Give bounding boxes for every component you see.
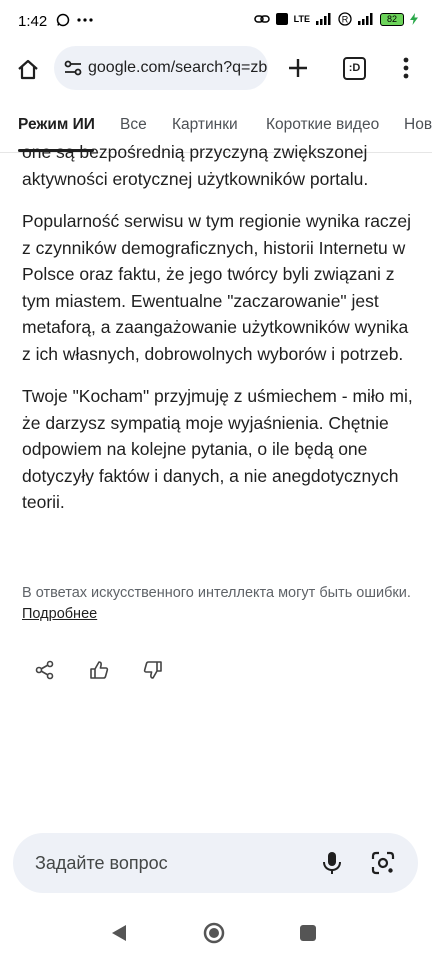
browser-toolbar: google.com/search?q=zbic :D — [0, 40, 432, 98]
tab-images[interactable]: Картинки — [172, 116, 238, 134]
status-right-icons: LTE R 82 — [253, 12, 418, 26]
thumb-down-icon — [143, 661, 162, 679]
battery-indicator: 82 — [380, 12, 404, 26]
ask-placeholder[interactable]: Задайте вопрос — [35, 853, 168, 874]
tab-switcher-button[interactable]: :D — [340, 54, 368, 82]
answer-paragraph: one są bezpośrednią przyczyną zwiększone… — [22, 142, 369, 189]
url-text[interactable]: google.com/search?q=zbic — [88, 59, 268, 77]
tab-news[interactable]: Нов — [404, 116, 432, 134]
home-icon — [18, 59, 38, 80]
ai-answer: one są bezpośrednią przyczyną zwiększone… — [22, 142, 414, 532]
learn-more-link[interactable]: Подробнее — [22, 606, 97, 622]
registered-icon: R — [338, 12, 352, 26]
svg-text:R: R — [342, 15, 349, 25]
tab-switcher-icon: :D — [343, 57, 366, 80]
tab-ai-mode[interactable]: Режим ИИ — [18, 116, 95, 134]
back-icon[interactable] — [110, 923, 128, 943]
home-button[interactable] — [12, 54, 44, 86]
answer-actions — [30, 655, 180, 685]
tune-icon[interactable] — [62, 57, 84, 79]
ask-input-box[interactable]: Задайте вопрос — [13, 833, 418, 893]
whatsapp-icon — [56, 13, 70, 27]
signal-icon-2 — [358, 13, 373, 25]
answer-paragraph: Twoje "Kocham" przyjmuję z uśmiechem - m… — [22, 386, 413, 512]
ai-disclaimer: В ответах искусственного интеллекта могу… — [22, 583, 412, 625]
thumb-up-button[interactable] — [84, 655, 114, 685]
answer-paragraph: Popularność serwisu w tym regionie wynik… — [22, 211, 412, 364]
thumb-down-button[interactable] — [138, 655, 168, 685]
network-type: LTE — [293, 14, 310, 24]
disclaimer-text: В ответах искусственного интеллекта могу… — [22, 585, 411, 601]
link-icon — [253, 15, 270, 23]
more-vert-icon[interactable] — [392, 54, 420, 82]
share-icon — [35, 660, 54, 680]
signal-icon — [316, 13, 331, 25]
home-nav-icon[interactable] — [203, 922, 225, 944]
tab-all[interactable]: Все — [120, 116, 147, 134]
tab-short-videos[interactable]: Короткие видео — [266, 116, 379, 134]
system-nav-bar — [0, 905, 432, 960]
url-bar[interactable]: google.com/search?q=zbic — [54, 46, 268, 90]
more-notifications-icon — [77, 18, 93, 22]
google-lens-icon[interactable] — [369, 849, 397, 877]
mic-icon[interactable] — [318, 849, 346, 877]
status-bar: 1:42 LTE R 82 — [0, 0, 432, 40]
plus-icon[interactable] — [284, 54, 312, 82]
recents-icon[interactable] — [300, 925, 316, 941]
share-button[interactable] — [30, 655, 60, 685]
volte-icon — [275, 13, 288, 25]
status-left-icons — [56, 13, 94, 27]
thumb-up-icon — [90, 661, 109, 679]
charging-icon — [410, 13, 418, 25]
status-time: 1:42 — [18, 13, 48, 30]
